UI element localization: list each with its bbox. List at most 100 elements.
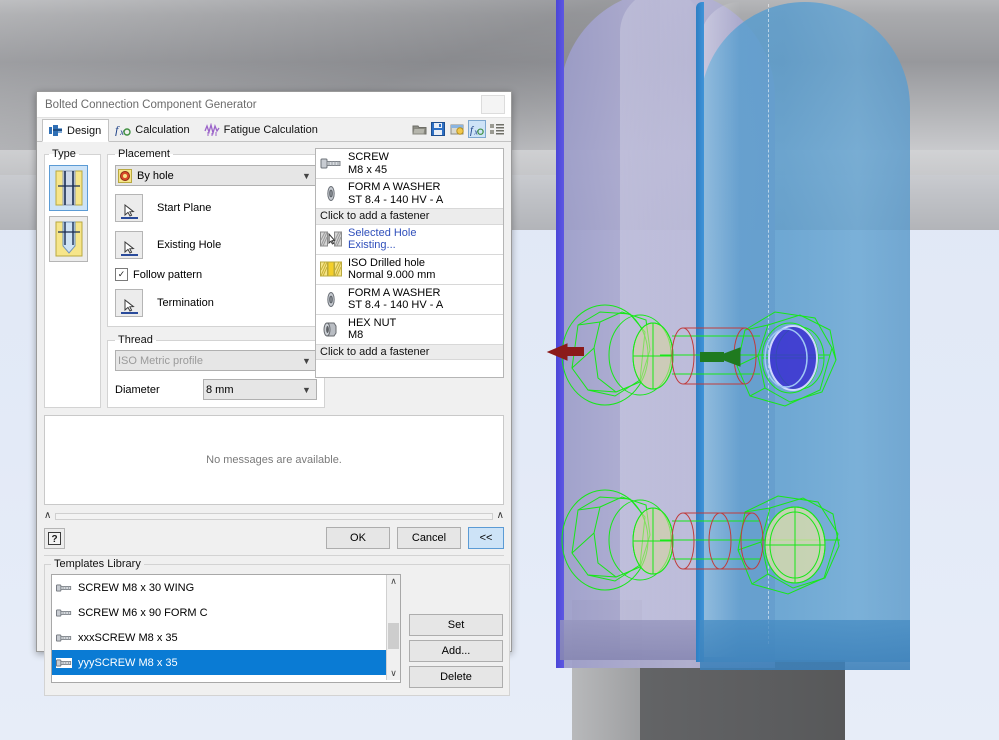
dialog-body: Type Placement By hole ▼ Start Plane Exi… (37, 142, 511, 408)
fx-icon[interactable]: f x (468, 120, 486, 138)
templates-actions: Set Add... Delete (409, 574, 503, 688)
through-bolt-icon (55, 170, 82, 206)
message-text: No messages are available. (206, 454, 342, 466)
start-plane-picker-button[interactable] (115, 194, 143, 222)
thread-legend: Thread (118, 334, 153, 346)
dialog-toolbar[interactable]: f x (411, 120, 505, 138)
fastener-drilled-hole[interactable]: ISO Drilled hole Normal 9.000 mm (316, 255, 503, 285)
screw-icon (56, 657, 72, 668)
add-fastener-row-bottom[interactable]: Click to add a fastener (316, 344, 503, 360)
templates-scrollbar[interactable]: ∧ ∨ (386, 575, 400, 680)
follow-pattern-row[interactable]: ✓ Follow pattern (115, 268, 317, 281)
help-button[interactable]: ? (44, 527, 65, 549)
follow-pattern-label: Follow pattern (133, 268, 203, 281)
tab-design[interactable]: Design (42, 119, 110, 142)
templates-library-group: Templates Library SCREW M8 x 30 WING SCR… (44, 558, 510, 696)
fx-icon: f x (115, 123, 131, 136)
fastener-screw[interactable]: SCREW M8 x 45 (316, 149, 503, 179)
fastener-selected-hole[interactable]: Selected Hole Existing... (316, 225, 503, 255)
dialog-close-button[interactable] (481, 95, 505, 114)
start-plane-row[interactable]: Start Plane (115, 194, 317, 222)
scrollbar-thumb[interactable] (388, 623, 399, 649)
add-fastener-row-top[interactable]: Click to add a fastener (316, 209, 503, 225)
termination-picker-button[interactable] (115, 289, 143, 317)
chevron-down-icon[interactable]: ▼ (299, 385, 314, 395)
fastener-washer-bottom[interactable]: FORM A WASHER ST 8.4 - 140 HV - A (316, 285, 503, 315)
splitter-left-chevron-icon[interactable]: ∧ (44, 511, 51, 521)
placement-mode-value: By hole (137, 169, 174, 182)
termination-indicator (120, 312, 138, 314)
tab-calculation[interactable]: f x Calculation (109, 118, 197, 141)
existing-hole-row[interactable]: Existing Hole (115, 231, 317, 259)
nut-icon (320, 319, 342, 339)
templates-list[interactable]: SCREW M8 x 30 WING SCREW M6 x 90 FORM C (51, 574, 401, 683)
screw-icon (320, 154, 342, 174)
fastener-hex-nut-title: HEX NUT (348, 316, 397, 329)
fastener-washer-bottom-sub: ST 8.4 - 140 HV - A (348, 299, 444, 311)
placement-group: Placement By hole ▼ Start Plane Existing… (107, 148, 325, 327)
dialog-title: Bolted Connection Component Generator (45, 98, 257, 111)
fastener-washer-top-title: FORM A WASHER (348, 181, 441, 193)
chevron-down-icon[interactable]: ▼ (299, 171, 314, 181)
cancel-button[interactable]: Cancel (397, 527, 461, 549)
template-row-3[interactable]: yyySCREW M8 x 35 (52, 650, 400, 675)
bolt-assembly-bottom (561, 489, 840, 595)
message-panel: No messages are available. (44, 415, 504, 505)
add-button[interactable]: Add... (409, 640, 503, 662)
fastener-washer-top-text: FORM A WASHER ST 8.4 - 140 HV - A (348, 181, 443, 206)
fastener-washer-bottom-text: FORM A WASHER ST 8.4 - 140 HV - A (348, 287, 443, 312)
save-icon[interactable] (430, 121, 446, 137)
template-label-1: SCREW M6 x 90 FORM C (78, 606, 208, 619)
fastener-hex-nut[interactable]: HEX NUT M8 (316, 315, 503, 345)
fastener-selected-hole-title: Selected Hole (348, 226, 417, 239)
thread-profile-value: ISO Metric profile (118, 354, 203, 367)
screw-icon (56, 583, 72, 592)
diameter-value: 8 mm (206, 383, 234, 396)
collapse-button[interactable]: << (468, 527, 504, 549)
fastener-stack-list[interactable]: SCREW M8 x 45 FORM A WASHER ST 8.4 - 140… (315, 148, 504, 378)
splitter-bar[interactable] (55, 512, 493, 520)
diameter-label: Diameter (115, 383, 160, 396)
placement-mode-combo[interactable]: By hole ▼ (115, 165, 317, 186)
hole-indicator (120, 254, 138, 256)
template-row-0[interactable]: SCREW M8 x 30 WING (52, 575, 400, 600)
fastener-selected-hole-sub: Existing... (348, 239, 396, 251)
splitter-right-chevron-icon[interactable]: ∧ (497, 511, 504, 521)
scroll-up-icon[interactable]: ∧ (387, 575, 400, 588)
type-blind-hole-button[interactable] (49, 216, 88, 262)
tab-bar[interactable]: Design f x Calculation Fatigue Calculati… (37, 118, 511, 142)
add-fastener-label-bottom: Click to add a fastener (320, 345, 430, 358)
type-through-bolt-button[interactable] (49, 165, 88, 211)
direction-arrow-red-shaft (566, 347, 584, 356)
start-plane-label: Start Plane (157, 202, 212, 214)
open-icon[interactable] (411, 121, 427, 137)
tab-calculation-label: Calculation (135, 123, 190, 136)
list-icon[interactable] (489, 121, 505, 137)
follow-pattern-checkbox[interactable]: ✓ (115, 268, 128, 281)
fastener-hex-nut-sub: M8 (348, 329, 364, 341)
fastener-hex-nut-text: HEX NUT M8 (348, 317, 396, 342)
termination-row[interactable]: Termination (115, 289, 317, 317)
fastener-list-empty-space (316, 360, 503, 377)
existing-hole-picker-button[interactable] (115, 231, 143, 259)
screw-icon (56, 608, 72, 617)
fastener-washer-top[interactable]: FORM A WASHER ST 8.4 - 140 HV - A (316, 179, 503, 209)
export-icon[interactable] (449, 121, 465, 137)
diameter-combo[interactable]: 8 mm ▼ (203, 379, 317, 400)
template-row-2[interactable]: xxxSCREW M8 x 35 (52, 625, 400, 650)
chevron-down-icon[interactable]: ▼ (299, 356, 314, 366)
bolted-connection-dialog[interactable]: Bolted Connection Component Generator De… (36, 91, 512, 696)
delete-button[interactable]: Delete (409, 666, 503, 688)
template-row-1[interactable]: SCREW M6 x 90 FORM C (52, 600, 400, 625)
scroll-down-icon[interactable]: ∨ (387, 667, 400, 680)
panel-splitter[interactable]: ∧ ∧ (44, 510, 504, 522)
ok-button[interactable]: OK (326, 527, 390, 549)
fastener-drilled-hole-text: ISO Drilled hole Normal 9.000 mm (348, 257, 435, 282)
app-root: Bolted Connection Component Generator De… (0, 0, 999, 740)
templates-section: Templates Library SCREW M8 x 30 WING SCR… (44, 555, 510, 696)
set-button[interactable]: Set (409, 614, 503, 636)
help-icon: ? (48, 531, 61, 545)
template-label-2: xxxSCREW M8 x 35 (78, 631, 178, 644)
thread-profile-combo[interactable]: ISO Metric profile ▼ (115, 350, 317, 371)
tab-fatigue-calculation[interactable]: Fatigue Calculation (198, 118, 326, 141)
